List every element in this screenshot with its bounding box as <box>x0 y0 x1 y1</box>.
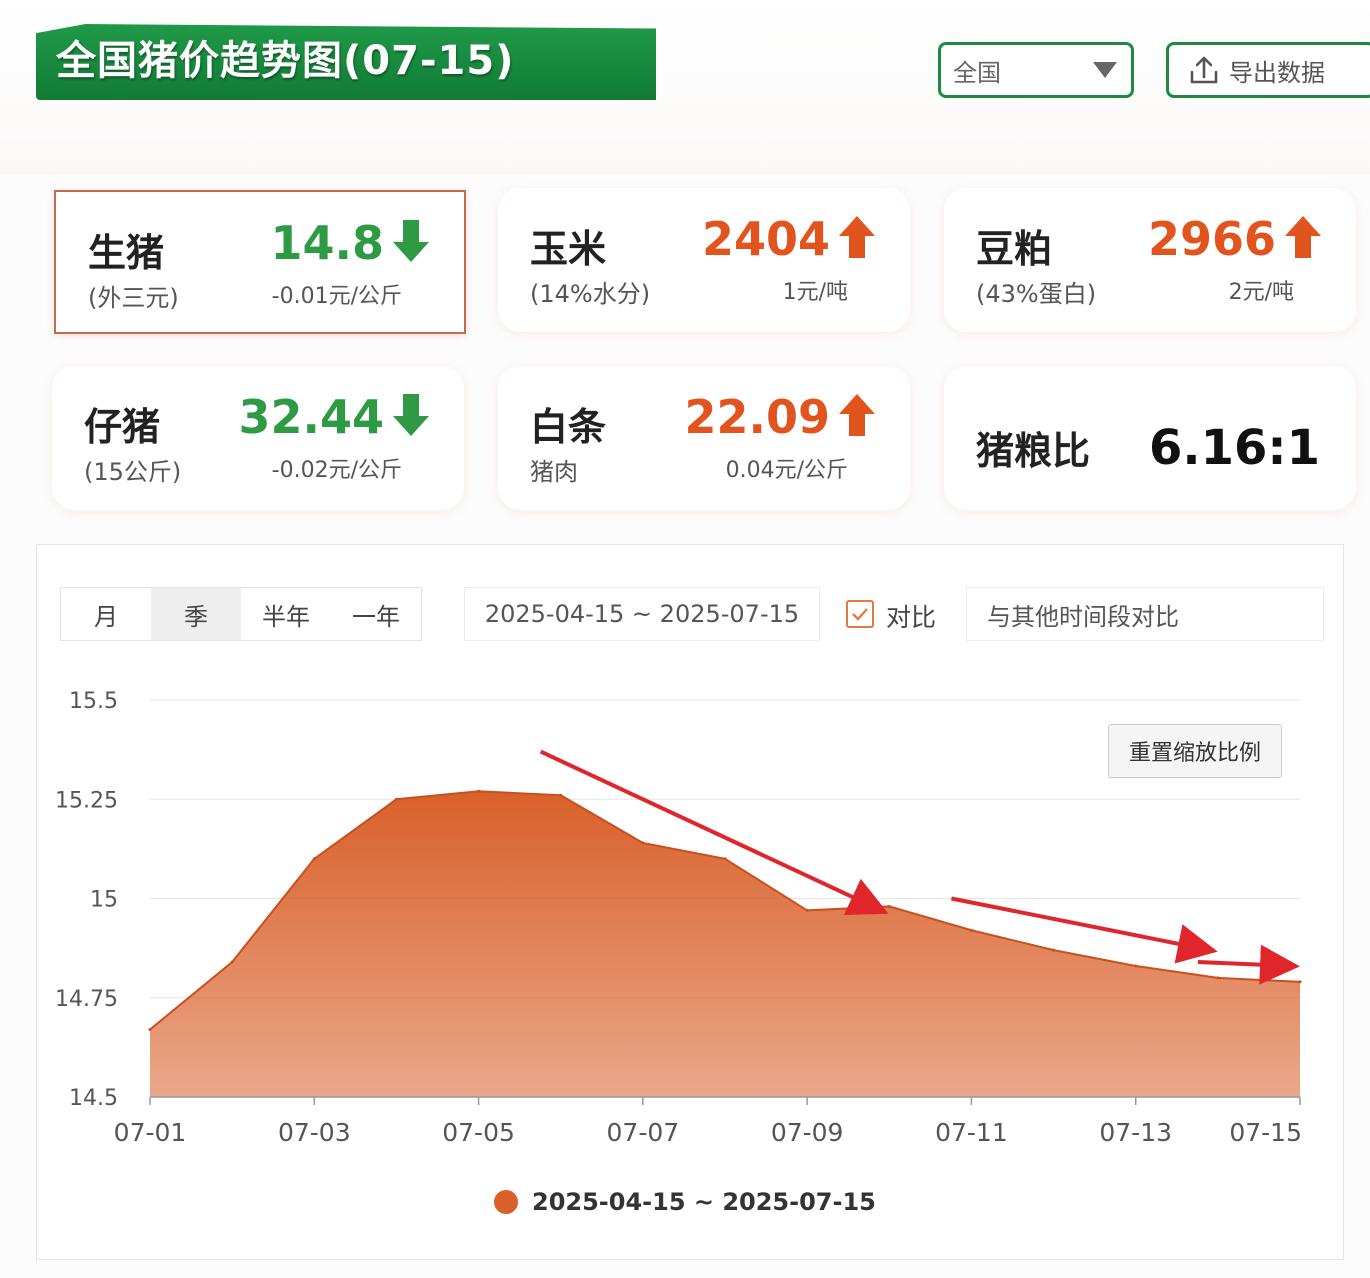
annotation-arrow <box>1197 944 1300 985</box>
data-point <box>230 960 234 964</box>
y-tick-label: 14.75 <box>55 987 118 1012</box>
data-point <box>312 857 316 861</box>
x-tick-label: 07-01 <box>114 1118 187 1147</box>
y-tick-label: 14.5 <box>69 1086 118 1111</box>
data-point <box>969 928 973 932</box>
data-point <box>1216 976 1220 980</box>
x-tick-label: 07-09 <box>771 1118 844 1147</box>
data-point <box>148 1028 152 1032</box>
data-point <box>641 841 645 845</box>
legend-marker <box>494 1190 518 1214</box>
x-tick-label: 07-13 <box>1099 1118 1172 1147</box>
x-tick-label: 07-03 <box>278 1118 351 1147</box>
data-point <box>394 797 398 801</box>
legend-label: 2025-04-15 ~ 2025-07-15 <box>532 1188 876 1216</box>
data-point <box>887 904 891 908</box>
data-point <box>1052 948 1056 952</box>
y-tick-label: 15.5 <box>69 689 118 714</box>
data-point <box>1134 964 1138 968</box>
x-tick-label: 07-05 <box>442 1118 515 1147</box>
chart-legend[interactable]: 2025-04-15 ~ 2025-07-15 <box>494 1188 876 1216</box>
data-point <box>1298 980 1302 984</box>
data-point <box>723 857 727 861</box>
reset-zoom-button[interactable]: 重置缩放比例 <box>1108 724 1282 778</box>
data-point <box>477 789 481 793</box>
data-point <box>559 793 563 797</box>
x-tick-label: 07-11 <box>935 1118 1008 1147</box>
data-point <box>805 908 809 912</box>
y-tick-label: 15 <box>90 888 118 913</box>
price-area-chart: 14.5 14.75 15 15.25 15.5 07-01 07-03 07-05 07-07… <box>55 689 1302 1147</box>
y-tick-label: 15.25 <box>55 788 118 813</box>
x-tick-label: 07-15 <box>1229 1118 1302 1147</box>
x-tick-label: 07-07 <box>607 1118 680 1147</box>
